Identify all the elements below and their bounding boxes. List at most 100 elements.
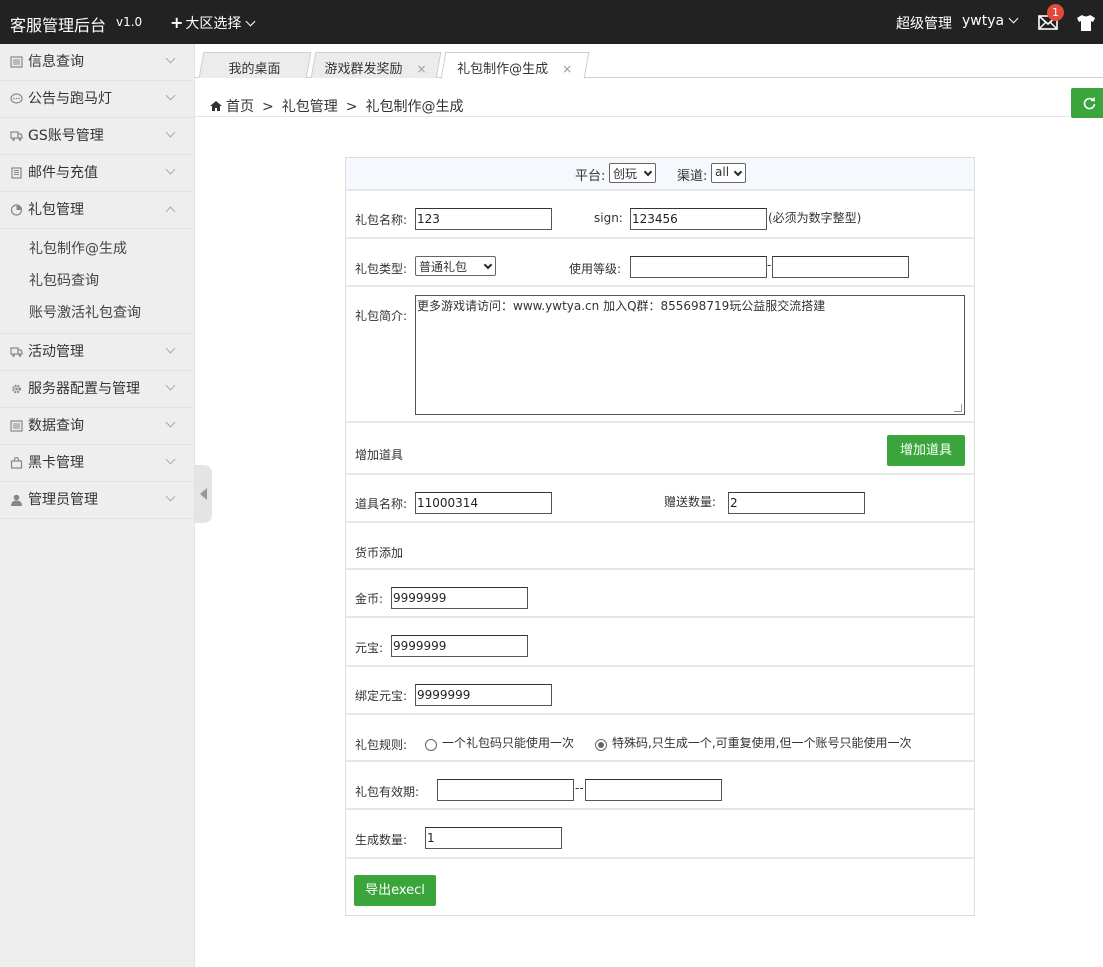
sidebar-item-gift-management[interactable]: 礼包管理 (0, 192, 194, 229)
chevron-down-icon (165, 90, 176, 101)
close-icon[interactable]: × (562, 62, 572, 76)
bound-yuanbao-input[interactable]: 9999999 (415, 684, 552, 706)
notification-badge: 1 (1047, 4, 1064, 21)
gift-type-select[interactable]: 普通礼包 (415, 256, 496, 276)
tab-gift-create[interactable]: 礼包制作@生成 × (440, 52, 590, 79)
gift-type-row: 礼包类型: 普通礼包 使用等级: - (346, 239, 974, 287)
list-icon (10, 56, 23, 68)
gift-desc-textarea[interactable]: 更多游戏请访问：www.ywtya.cn 加入Q群：855698719玩公益服交… (415, 295, 965, 415)
sidebar-item-mail-recharge[interactable]: 邮件与充值 (0, 155, 194, 192)
refresh-button[interactable] (1071, 88, 1103, 118)
level-max-input[interactable] (772, 256, 909, 278)
brand-title[interactable]: 客服管理后台 (10, 12, 106, 36)
sidebar-subitem-gift-create[interactable]: 礼包制作@生成 (0, 233, 194, 265)
chevron-down-icon (165, 343, 176, 354)
chevron-down-icon (483, 260, 493, 270)
sidebar-item-black-card[interactable]: 黑卡管理 (0, 445, 194, 482)
yuanbao-input[interactable]: 9999999 (391, 635, 528, 657)
validity-start-input[interactable] (437, 779, 574, 801)
gift-submenu: 礼包制作@生成 礼包码查询 账号激活礼包查询 (0, 229, 194, 334)
chat-icon (10, 93, 23, 104)
refresh-icon (1083, 97, 1096, 110)
truck-icon (10, 347, 23, 357)
validity-end-input[interactable] (585, 779, 722, 801)
gift-qty-input[interactable]: 2 (728, 492, 865, 514)
add-item-button[interactable]: 增加道具 (887, 435, 965, 466)
username: ywtya (962, 13, 1005, 29)
sidebar-item-data-query[interactable]: 数据查询 (0, 408, 194, 445)
rule-option1-radio[interactable] (425, 739, 437, 751)
gold-row: 金币: 9999999 (346, 570, 974, 618)
tab-bar: 我的桌面 游戏群发奖励 × 礼包制作@生成 × (195, 44, 1103, 79)
user-icon (11, 494, 22, 506)
rule-option2-radio[interactable] (595, 739, 607, 751)
plus-icon: + (170, 13, 184, 32)
item-name-input[interactable]: 11000314 (415, 492, 552, 514)
currency-row: 货币添加 (346, 523, 974, 570)
home-icon (210, 101, 222, 111)
breadcrumb-home[interactable]: 首页 (226, 99, 254, 115)
sidebar: 信息查询 公告与跑马灯 GS账号管理 邮件与充值 礼包管理 礼包制作@生成 礼包… (0, 44, 195, 967)
sidebar-item-server-config[interactable]: 服务器配置与管理 (0, 371, 194, 408)
platform-row: 平台: 创玩 渠道: all (346, 158, 974, 191)
breadcrumb: 首页 > 礼包管理 > 礼包制作@生成 (210, 96, 463, 116)
bound-yuanbao-row: 绑定元宝: 9999999 (346, 667, 974, 715)
top-bar: 客服管理后台 v1.0 + 大区选择 超级管理 ywtya 1 (0, 0, 1103, 44)
sidebar-subitem-activation-gift-query[interactable]: 账号激活礼包查询 (0, 297, 194, 329)
chevron-down-icon (165, 380, 176, 391)
caret-left-icon (200, 488, 207, 500)
export-button[interactable]: 导出execl (354, 875, 436, 906)
sidebar-item-info-query[interactable]: 信息查询 (0, 44, 194, 81)
breadcrumb-page: 礼包制作@生成 (365, 99, 464, 115)
chevron-down-icon (165, 491, 176, 502)
tab-game-reward[interactable]: 游戏群发奖励 × (310, 52, 442, 78)
platform-select[interactable]: 创玩 (609, 163, 656, 183)
gen-qty-input[interactable]: 1 (425, 827, 562, 849)
version-label: v1.0 (116, 15, 143, 29)
chevron-down-icon (165, 127, 176, 138)
sidebar-collapse-handle[interactable] (195, 465, 212, 523)
yuanbao-row: 元宝: 9999999 (346, 618, 974, 667)
sidebar-item-activity[interactable]: 活动管理 (0, 334, 194, 371)
sidebar-item-announcement[interactable]: 公告与跑马灯 (0, 81, 194, 118)
chevron-down-icon (165, 164, 176, 175)
resize-grip-icon[interactable] (954, 404, 962, 412)
bag-icon (10, 457, 23, 469)
chevron-up-icon (165, 206, 176, 217)
sidebar-item-admin[interactable]: 管理员管理 (0, 482, 194, 519)
add-item-row: 增加道具 增加道具 (346, 423, 974, 475)
chevron-down-icon (1008, 13, 1019, 24)
gear-icon (12, 384, 21, 394)
chevron-down-icon (165, 53, 176, 64)
sign-hint: (必须为数字整型) (768, 211, 862, 225)
gift-form: 平台: 创玩 渠道: all 礼包名称: 123 sign: 123456 (必… (345, 157, 975, 916)
sidebar-subitem-gift-code-query[interactable]: 礼包码查询 (0, 265, 194, 297)
theme-icon[interactable] (1076, 14, 1096, 32)
region-selector[interactable]: + 大区选择 (170, 13, 256, 33)
breadcrumb-section[interactable]: 礼包管理 (282, 99, 338, 115)
chevron-down-icon (165, 417, 176, 428)
user-menu[interactable]: ywtya (962, 13, 1019, 29)
channel-select[interactable]: all (711, 163, 746, 183)
chevron-down-icon (643, 167, 653, 177)
gift-rule-row: 礼包规则: 一个礼包码只能使用一次 特殊码,只生成一个,可重复使用,但一个账号只… (346, 715, 974, 762)
gen-qty-row: 生成数量: 1 (346, 810, 974, 859)
level-min-input[interactable] (630, 256, 767, 278)
building-icon (11, 167, 22, 179)
chevron-down-icon (245, 16, 256, 27)
chevron-down-icon (165, 454, 176, 465)
tab-desktop[interactable]: 我的桌面 (198, 52, 312, 78)
gift-name-row: 礼包名称: 123 sign: 123456 (必须为数字整型) (346, 191, 974, 239)
validity-row: 礼包有效期: -- (346, 762, 974, 810)
gold-input[interactable]: 9999999 (391, 587, 528, 609)
role-label: 超级管理 (896, 16, 952, 32)
item-row: 道具名称: 11000314 赠送数量: 2 (346, 475, 974, 523)
pie-icon (10, 204, 23, 216)
region-label: 大区选择 (185, 16, 242, 32)
gift-name-input[interactable]: 123 (415, 208, 552, 230)
sidebar-item-gs-account[interactable]: GS账号管理 (0, 118, 194, 155)
truck-icon (10, 131, 23, 141)
list-icon (10, 420, 23, 432)
close-icon[interactable]: × (417, 62, 427, 76)
sign-input[interactable]: 123456 (630, 208, 767, 230)
